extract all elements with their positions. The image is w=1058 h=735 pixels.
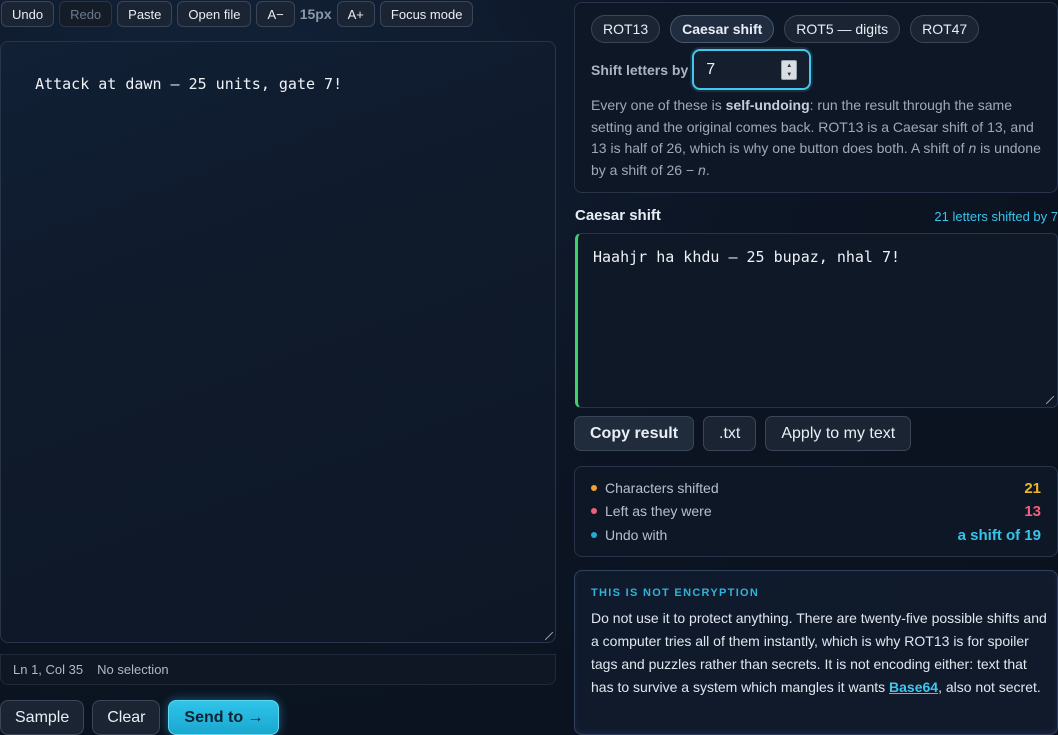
stat-row-undo: Undo with a shift of 19	[591, 524, 1041, 546]
editor-toolbar: Undo Redo Paste Open file A− 15px A+ Foc…	[1, 1, 474, 27]
shift-row: Shift letters by 7 ▲ ▼	[591, 49, 812, 90]
input-text: Attack at dawn — 25 units, gate 7!	[35, 75, 343, 93]
stat-row-shifted: Characters shifted 21	[591, 477, 1041, 499]
selection-status: No selection	[97, 662, 169, 677]
stat-label: Characters shifted	[605, 480, 719, 496]
stats-panel: Characters shifted 21 Left as they were …	[574, 466, 1058, 557]
warning-panel: THIS IS NOT ENCRYPTION Do not use it to …	[574, 570, 1058, 735]
editor-status-bar: Ln 1, Col 35 No selection	[0, 654, 556, 685]
self-undoing-term: self-undoing	[725, 97, 810, 113]
dot-icon	[591, 532, 597, 538]
resize-grip-icon[interactable]	[1046, 396, 1054, 404]
tab-rot5-digits[interactable]: ROT5 — digits	[784, 15, 901, 43]
sample-button[interactable]: Sample	[0, 700, 85, 735]
focus-mode-button[interactable]: Focus mode	[379, 1, 474, 27]
font-increase-button[interactable]: A+	[336, 1, 375, 27]
redo-button[interactable]: Redo	[59, 1, 113, 27]
undo-button[interactable]: Undo	[1, 1, 55, 27]
cursor-position: Ln 1, Col 35	[13, 662, 84, 677]
mode-tabs: ROT13 Caesar shift ROT5 — digits ROT47	[591, 15, 980, 43]
stat-value: 21	[1024, 479, 1041, 497]
tab-caesar-shift[interactable]: Caesar shift	[670, 15, 775, 43]
tab-rot13[interactable]: ROT13	[591, 15, 661, 43]
send-to-button[interactable]: Send to →	[168, 700, 280, 735]
stat-label: Left as they were	[605, 503, 712, 519]
clear-button[interactable]: Clear	[92, 700, 161, 735]
stat-value: a shift of 19	[957, 526, 1041, 544]
download-txt-button[interactable]: .txt	[703, 416, 757, 451]
result-title: Caesar shift	[575, 207, 661, 224]
mode-description: Every one of these is self-undoing: run …	[591, 97, 1041, 178]
shift-label: Shift letters by	[591, 61, 689, 78]
dot-icon	[591, 508, 597, 514]
apply-to-text-button[interactable]: Apply to my text	[765, 416, 912, 451]
result-actions: Copy result .txt Apply to my text	[574, 416, 912, 451]
copy-result-button[interactable]: Copy result	[574, 416, 695, 451]
font-decrease-button[interactable]: A−	[256, 1, 295, 27]
mode-panel: ROT13 Caesar shift ROT5 — digits ROT47 S…	[574, 2, 1058, 193]
tab-rot47[interactable]: ROT47	[910, 15, 980, 43]
paste-button[interactable]: Paste	[117, 1, 173, 27]
warning-body: Do not use it to protect anything. There…	[591, 610, 1047, 695]
font-size-readout: 15px	[299, 6, 332, 22]
resize-grip-icon[interactable]	[545, 632, 553, 640]
stat-label: Undo with	[605, 527, 668, 543]
warning-heading: THIS IS NOT ENCRYPTION	[591, 587, 760, 599]
shift-number-input[interactable]: 7 ▲ ▼	[692, 49, 812, 90]
open-file-button[interactable]: Open file	[177, 1, 252, 27]
result-text: Haahjr ha khdu — 25 bupaz, nhal 7!	[593, 248, 901, 266]
shift-value: 7	[706, 60, 716, 78]
dot-icon	[591, 485, 597, 491]
result-textarea[interactable]: Haahjr ha khdu — 25 bupaz, nhal 7!	[575, 233, 1058, 408]
stat-row-unchanged: Left as they were 13	[591, 500, 1041, 522]
editor-actions: Sample Clear Send to →	[0, 700, 280, 735]
base64-link[interactable]: Base64	[889, 679, 938, 695]
result-meta: 21 letters shifted by 7	[934, 209, 1058, 224]
input-textarea[interactable]: Attack at dawn — 25 units, gate 7!	[0, 41, 556, 643]
stat-value: 13	[1024, 502, 1041, 520]
spinner-arrows-icon[interactable]: ▲ ▼	[781, 60, 798, 80]
